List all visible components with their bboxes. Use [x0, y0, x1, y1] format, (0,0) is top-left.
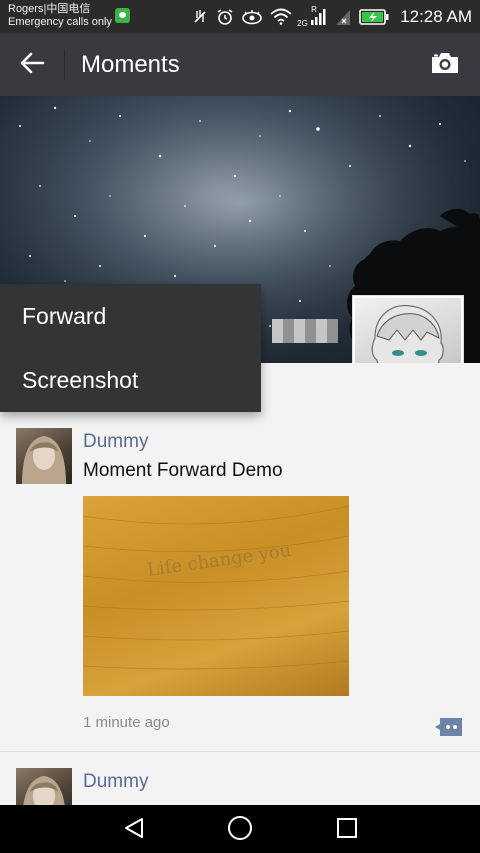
comment-bubble-icon [434, 718, 464, 742]
menu-item-forward[interactable]: Forward [0, 284, 261, 348]
post-photo[interactable]: Life change you [83, 496, 349, 696]
back-arrow-icon [19, 51, 45, 80]
vibrate-off-icon [191, 7, 209, 27]
moment-post: Dummy Moment Forward Demo Life change yo… [0, 363, 480, 753]
carrier-name: Rogers|中国电信 [8, 3, 91, 15]
camera-icon [430, 51, 460, 80]
system-nav-bar [0, 805, 480, 853]
context-menu: Forward Screenshot [0, 284, 261, 412]
cell-signal-icon: 2G R [297, 4, 327, 28]
network-type-label: 2G [297, 18, 308, 28]
emergency-status: Emergency calls only [8, 16, 112, 28]
nav-recents-button[interactable] [332, 815, 362, 845]
roaming-label: R [311, 4, 317, 14]
post-divider [0, 751, 480, 752]
author-avatar[interactable] [16, 428, 72, 484]
post-timestamp: 1 minute ago [83, 714, 170, 731]
post-text: Moment Forward Demo [83, 460, 283, 481]
moments-feed[interactable]: Dummy Moment Forward Demo Life change yo… [0, 363, 480, 805]
profile-nickname-blurred [272, 319, 338, 343]
eye-comfort-icon [241, 7, 263, 27]
comment-button[interactable] [434, 716, 464, 738]
nav-back-button[interactable] [119, 815, 149, 845]
battery-charging-icon [359, 7, 389, 27]
back-button[interactable] [14, 47, 50, 83]
clock: 12:28 AM [400, 6, 472, 26]
alarm-icon [216, 7, 234, 27]
author-name-link[interactable]: Dummy [83, 771, 148, 793]
wifi-icon [270, 7, 292, 27]
author-avatar[interactable] [16, 768, 72, 805]
circle-home-icon [227, 815, 253, 846]
app-bar-divider [64, 49, 65, 80]
triangle-back-icon [122, 816, 146, 845]
carrier-info: Rogers|中国电信 Emergency calls only [8, 3, 112, 29]
menu-item-screenshot[interactable]: Screenshot [0, 348, 261, 412]
status-bar: Rogers|中国电信 Emergency calls only 2G R 12… [0, 0, 480, 33]
author-name-link[interactable]: Dummy [83, 431, 148, 453]
app-bar: Moments [0, 33, 480, 96]
no-sim-signal-icon [334, 7, 352, 27]
status-icons: 2G R 12:28 AM [191, 0, 472, 33]
square-recents-icon [335, 816, 359, 845]
nav-home-button[interactable] [225, 815, 255, 845]
page-title: Moments [81, 51, 180, 78]
wechat-notification-icon [115, 8, 130, 23]
moment-post: Dummy [0, 753, 480, 805]
camera-button[interactable] [428, 48, 462, 82]
post-photo-writing: Life change you [146, 540, 293, 581]
